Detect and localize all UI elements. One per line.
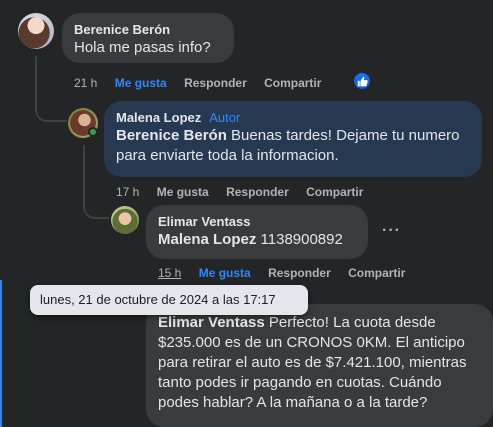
comment-text: Berenice Berón Buenas tardes! Dejame tu …	[116, 126, 470, 166]
comment-timestamp[interactable]: 17 h	[116, 185, 139, 199]
comment-actions: 15 h Me gusta Responder Compartir	[158, 265, 419, 281]
comment-author[interactable]: Elimar Ventass	[158, 213, 356, 230]
share-button[interactable]: Compartir	[348, 266, 405, 280]
timestamp-tooltip: lunes, 21 de octubre de 2024 a las 17:17	[30, 285, 308, 315]
comment-text: Elimar Ventass Perfecto! La cuota desde …	[158, 313, 481, 413]
thread-connector	[83, 145, 85, 205]
reply-connector	[83, 203, 109, 219]
comment-text: Malena Lopez 1138900892	[158, 230, 356, 250]
comment-actions: 17 h Me gusta Responder Compartir	[116, 184, 377, 200]
avatar[interactable]	[18, 13, 54, 49]
comment-actions: 21 h Me gusta Responder Compartir	[74, 75, 335, 91]
more-options-icon[interactable]: ···	[382, 222, 401, 240]
mention-link[interactable]: Berenice Berón	[116, 127, 227, 144]
like-button[interactable]: Me gusta	[157, 185, 209, 199]
reply-button[interactable]: Responder	[226, 185, 289, 199]
focus-indicator	[0, 280, 2, 427]
comment-body: 1138900892	[256, 231, 343, 248]
comment-author[interactable]: Malena Lopez	[116, 110, 201, 125]
like-reaction-icon[interactable]	[352, 71, 372, 91]
comment-bubble: Berenice Berón Hola me pasas info?	[62, 13, 234, 63]
reply-button[interactable]: Responder	[268, 266, 331, 280]
share-button[interactable]: Compartir	[264, 76, 321, 90]
mention-link[interactable]: Malena Lopez	[158, 231, 256, 248]
comment-bubble: Elimar Ventass Perfecto! La cuota desde …	[146, 304, 493, 427]
share-button[interactable]: Compartir	[306, 185, 363, 199]
author-badge: Autor	[209, 110, 241, 125]
comment-timestamp[interactable]: 21 h	[74, 76, 97, 90]
reply-button[interactable]: Responder	[184, 76, 247, 90]
comment-author-row: Malena Lopez Autor	[116, 109, 470, 126]
online-status-icon	[88, 127, 98, 137]
mention-link[interactable]: Elimar Ventass	[158, 314, 265, 331]
comment-bubble: Malena Lopez Autor Berenice Berón Buenas …	[104, 101, 482, 177]
reply-connector	[35, 104, 67, 122]
avatar[interactable]	[111, 206, 139, 234]
like-button[interactable]: Me gusta	[199, 266, 251, 280]
comment-bubble: Elimar Ventass Malena Lopez 1138900892	[146, 205, 368, 259]
comment-text: Hola me pasas info?	[74, 39, 211, 56]
like-button[interactable]: Me gusta	[115, 76, 167, 90]
comment-timestamp[interactable]: 15 h	[158, 266, 181, 280]
comment-author[interactable]: Berenice Berón	[74, 21, 222, 38]
thread-connector	[35, 56, 37, 108]
comment-thread: Berenice Berón Hola me pasas info? 21 h …	[0, 0, 493, 427]
